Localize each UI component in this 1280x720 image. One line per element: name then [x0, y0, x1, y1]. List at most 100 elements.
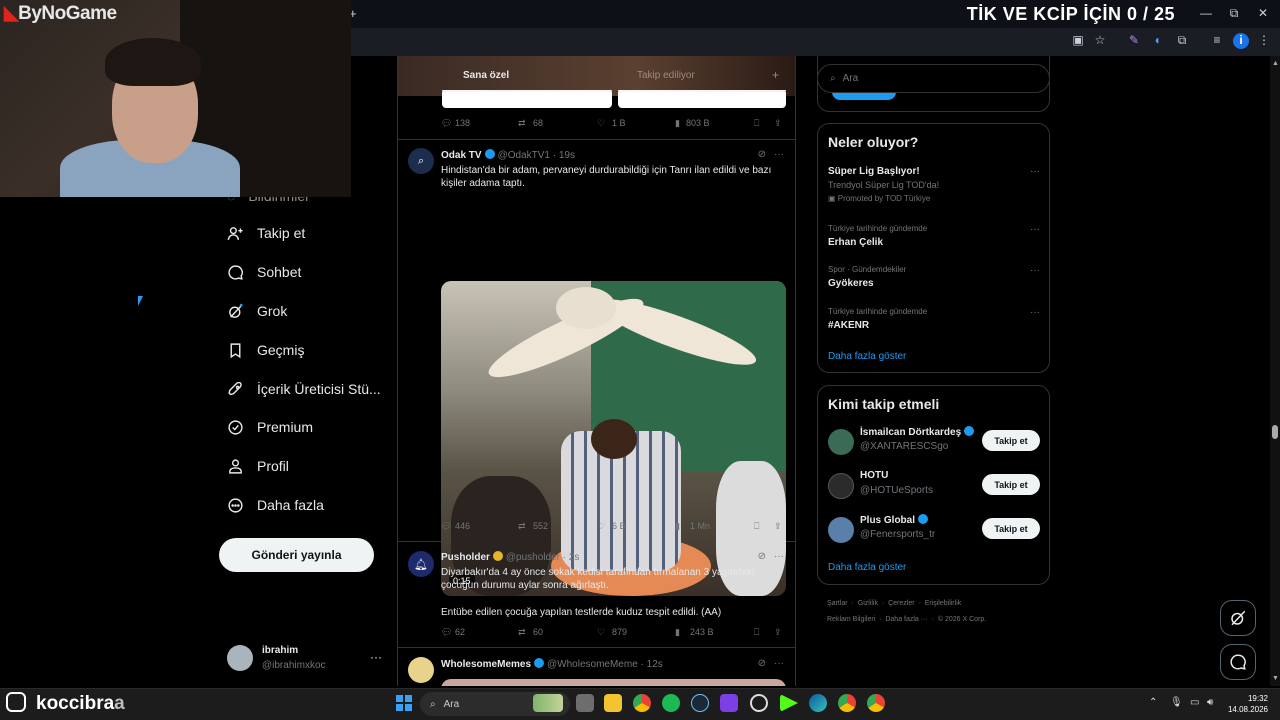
follow-suggestion[interactable]: Plus Global @Fenersports_tr Takip et — [828, 514, 1040, 550]
footer-link[interactable]: Reklam Bilgileri — [827, 616, 875, 623]
screenshot-icon[interactable]: ▣ — [1070, 33, 1086, 49]
avatar[interactable] — [408, 657, 434, 683]
nav-item-follow[interactable]: Takip et — [227, 219, 305, 247]
more-icon[interactable]: ··· — [774, 551, 784, 562]
browser-menu-icon[interactable]: ⋮ — [1256, 33, 1272, 49]
repost-icon[interactable]: ⇄ — [518, 521, 526, 532]
avatar[interactable] — [227, 645, 253, 671]
views-icon[interactable]: ▮ — [675, 118, 680, 129]
footer-link[interactable]: Gizlilik — [858, 600, 878, 607]
trend-item[interactable]: Spor · Gündemdekiler Gyökeres ··· — [828, 265, 1040, 289]
nav-item-history[interactable]: Geçmiş — [227, 336, 304, 364]
tab-for-you[interactable]: Sana özel — [463, 70, 509, 81]
like-icon[interactable]: ♡ — [597, 521, 605, 532]
footer-link[interactable]: Şartlar — [827, 600, 848, 607]
tweet-image[interactable] — [441, 679, 786, 686]
reply-icon[interactable]: 💬︎ — [441, 118, 452, 129]
bookmark-star-icon[interactable]: ☆ — [1092, 33, 1108, 49]
scroll-down-icon[interactable]: ▼ — [1272, 675, 1279, 682]
footer-link[interactable]: Erişilebilirlik — [925, 600, 962, 607]
nav-item-chat[interactable]: Sohbet — [227, 258, 301, 286]
chrome-icon[interactable] — [633, 694, 651, 712]
bookmark-icon[interactable]: ⎕ — [754, 118, 759, 129]
media-preview[interactable] — [442, 92, 612, 108]
page-scrollbar[interactable] — [1270, 56, 1280, 686]
edge-icon[interactable] — [809, 694, 827, 712]
account-more-icon[interactable]: ··· — [370, 650, 382, 664]
bookmark-icon[interactable]: ⎕ — [754, 627, 759, 638]
taskbar-clock[interactable]: 19:32 14.08.2026 — [1228, 693, 1268, 715]
more-icon[interactable]: ··· — [1030, 166, 1040, 177]
scrollbar-thumb[interactable] — [1272, 425, 1278, 439]
nav-item-grok[interactable]: Grok — [227, 297, 287, 325]
post-button[interactable]: Gönderi yayınla — [219, 538, 374, 572]
follow-suggestion[interactable]: İsmailcan Dörtkardeş @XANTARESCSgo Takip… — [828, 426, 1040, 462]
avatar[interactable] — [828, 429, 854, 455]
scroll-up-icon[interactable]: ▲ — [1272, 60, 1279, 67]
trend-item[interactable]: Süper Lig Başlıyor! Trendyol Süper Lig T… — [828, 166, 1040, 203]
tray-overflow-icon[interactable]: ⌃ — [1149, 697, 1157, 708]
repost-icon[interactable]: ⇄ — [518, 627, 526, 638]
follow-button[interactable]: Takip et — [982, 474, 1040, 495]
follow-suggestion[interactable]: HOTU @HOTUeSports Takip et — [828, 470, 1040, 506]
show-more-link[interactable]: Daha fazla göster — [828, 351, 906, 362]
avatar[interactable]: ⌕ — [408, 148, 434, 174]
more-icon[interactable]: ··· — [1030, 224, 1040, 235]
spotify-icon[interactable] — [662, 694, 680, 712]
avatar[interactable] — [828, 517, 854, 543]
add-tab-button[interactable]: + — [772, 68, 779, 82]
extension-audio-icon[interactable]: ◖ — [1149, 33, 1165, 49]
tweet-author[interactable]: Pusholder @pusholder · 2s — [441, 551, 579, 563]
chrome-icon[interactable] — [867, 694, 885, 712]
footer-link[interactable]: Daha fazla ··· — [885, 616, 927, 623]
reply-icon[interactable]: 💬︎ — [441, 521, 452, 532]
microphone-icon[interactable]: 🎙︎ — [1170, 697, 1183, 708]
account-name[interactable]: ibrahim — [262, 645, 298, 656]
volume-icon[interactable]: 🔊︎ — [1207, 697, 1213, 708]
display-icon[interactable]: ▭ — [1190, 697, 1199, 708]
more-icon[interactable]: ··· — [774, 658, 784, 669]
like-icon[interactable]: ♡ — [597, 627, 605, 638]
more-icon[interactable]: ··· — [1030, 307, 1040, 318]
nav-item-premium[interactable]: Premium — [227, 413, 313, 441]
reading-list-icon[interactable]: ≡ — [1209, 33, 1225, 49]
follow-button[interactable]: Takip et — [982, 430, 1040, 451]
share-icon[interactable]: ⇪ — [774, 118, 782, 129]
search-input[interactable]: ⌕ Ara — [817, 64, 1050, 93]
tweet-author[interactable]: WholesomeMemes @WholesomeMeme · 12s — [441, 658, 663, 670]
nav-item-profile[interactable]: Profil — [227, 452, 289, 480]
chrome-icon[interactable] — [838, 694, 856, 712]
repost-icon[interactable]: ⇄ — [518, 118, 526, 129]
grok-icon[interactable]: ⊘ — [758, 551, 766, 562]
share-icon[interactable]: ⇪ — [774, 521, 782, 532]
address-bar[interactable] — [360, 31, 1060, 53]
views-icon[interactable]: ▮ — [675, 521, 680, 532]
app-icon[interactable] — [720, 694, 738, 712]
extension-pen-icon[interactable]: ✎ — [1126, 33, 1142, 49]
start-button[interactable] — [396, 695, 412, 711]
profile-avatar-icon[interactable]: i — [1233, 33, 1249, 49]
footer-link[interactable]: Çerezler — [888, 600, 914, 607]
tweet[interactable]: 🔔︎ Pusholder @pusholder · 2s ⊘ ··· Diyarb… — [398, 543, 795, 648]
nav-item-creator-studio[interactable]: İçerik Üreticisi Stü... — [227, 375, 381, 403]
steam-icon[interactable] — [691, 694, 709, 712]
tab-following[interactable]: Takip ediliyor — [637, 70, 695, 81]
show-more-link[interactable]: Daha fazla göster — [828, 562, 906, 573]
messages-fab[interactable] — [1220, 644, 1256, 680]
maximize-button[interactable]: ⧉ — [1224, 6, 1244, 21]
trend-item[interactable]: Türkiye tarihinde gündemde #AKENR ··· — [828, 307, 1040, 331]
views-icon[interactable]: ▮ — [675, 627, 680, 638]
share-icon[interactable]: ⇪ — [774, 627, 782, 638]
tweet[interactable]: WholesomeMemes @WholesomeMeme · 12s ⊘ ··· — [398, 649, 795, 686]
reply-icon[interactable]: 💬︎ — [441, 627, 452, 638]
grok-fab[interactable] — [1220, 600, 1256, 636]
like-icon[interactable]: ♡ — [597, 118, 605, 129]
media-preview[interactable] — [618, 92, 786, 108]
follow-button[interactable]: Takip et — [982, 518, 1040, 539]
file-explorer-icon[interactable] — [604, 694, 622, 712]
avatar[interactable]: 🔔︎ — [408, 551, 434, 577]
more-icon[interactable]: ··· — [774, 149, 784, 160]
trend-item[interactable]: Türkiye tarihinde gündemde Erhan Çelik ·… — [828, 224, 1040, 248]
grok-icon[interactable]: ⊘ — [758, 149, 766, 160]
tweet[interactable]: ⌕ Odak TV @OdakTV1 · 19s ⊘ ··· Hindistan'… — [398, 140, 795, 596]
